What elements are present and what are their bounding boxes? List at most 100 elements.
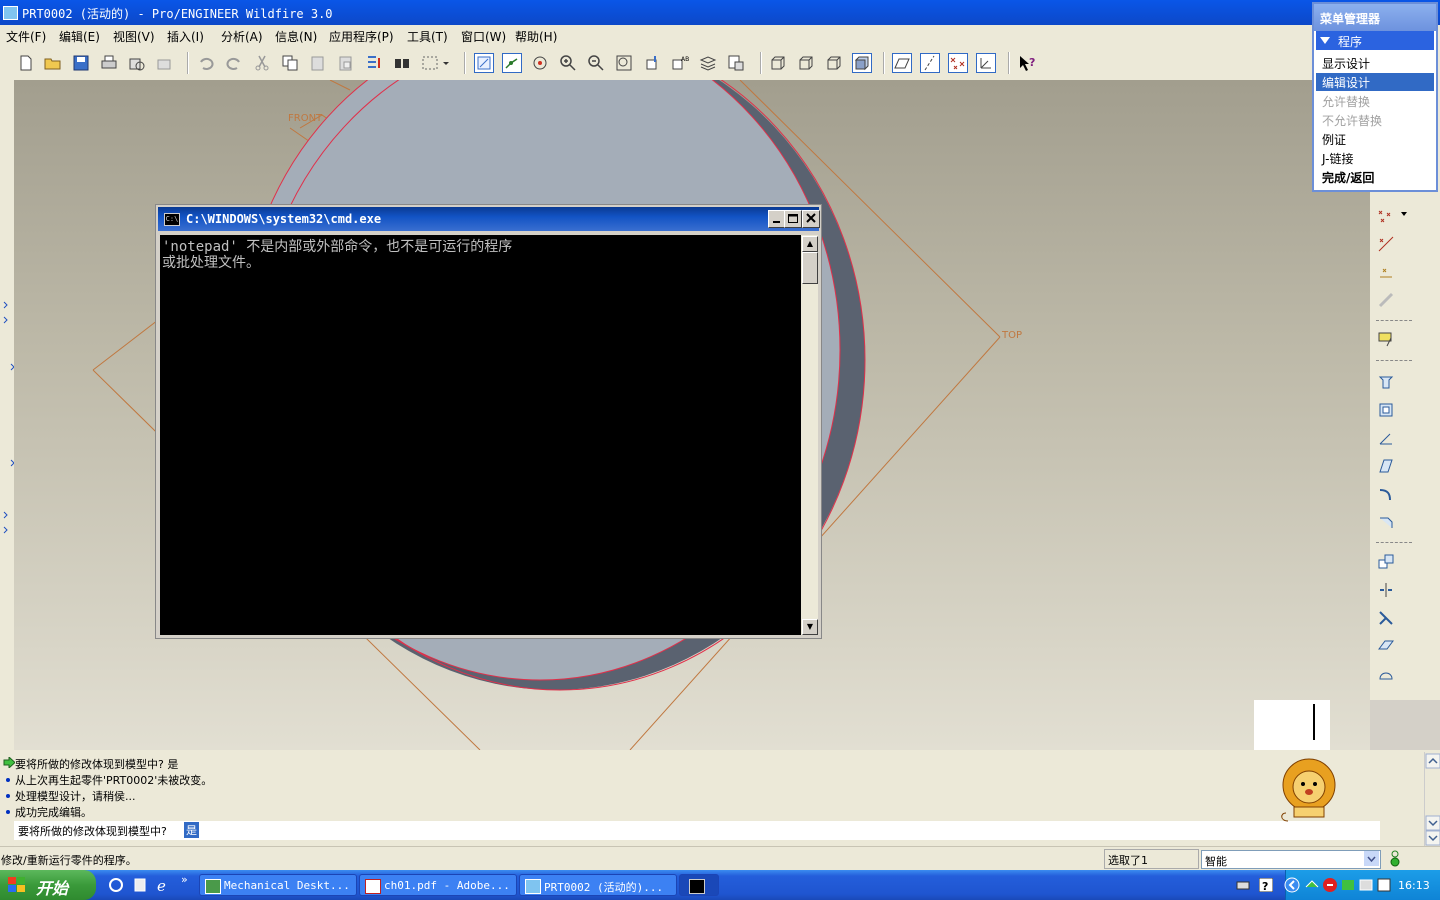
datum-points-icon[interactable] bbox=[948, 53, 968, 73]
chevron-down-icon[interactable] bbox=[1364, 851, 1379, 866]
menu-view[interactable]: 视图(V) bbox=[113, 28, 155, 45]
menu-file[interactable]: 文件(F) bbox=[6, 28, 46, 45]
console-output[interactable]: 'notepad' 不是内部或外部命令，也不是可运行的程序 或批处理文件。 bbox=[160, 235, 801, 635]
round-tool-icon[interactable] bbox=[1377, 485, 1395, 503]
revolve-tool-icon[interactable] bbox=[1377, 401, 1395, 419]
find-icon[interactable] bbox=[393, 54, 411, 72]
tray-display-icon[interactable] bbox=[1358, 877, 1374, 893]
undo-icon[interactable] bbox=[197, 54, 215, 72]
print-preview-icon[interactable] bbox=[128, 54, 146, 72]
taskbar-item-proe[interactable]: PRT0002 (活动的)... bbox=[519, 874, 677, 896]
coordinate-systems-icon[interactable] bbox=[976, 53, 996, 73]
save-icon[interactable] bbox=[72, 54, 90, 72]
menu-info[interactable]: 信息(N) bbox=[275, 28, 317, 45]
hidden-line-icon[interactable] bbox=[797, 54, 815, 72]
email-icon[interactable] bbox=[156, 54, 174, 72]
cut-icon[interactable] bbox=[253, 54, 271, 72]
view-manager-icon[interactable] bbox=[727, 54, 745, 72]
quicklaunch-doc-icon[interactable] bbox=[132, 877, 148, 893]
datum-planes-icon[interactable] bbox=[892, 53, 912, 73]
cmd-window[interactable]: C:\ C:\WINDOWS\system32\cmd.exe 'notepad… bbox=[155, 204, 822, 639]
menu-tools[interactable]: 工具(T) bbox=[407, 28, 448, 45]
scroll-up-arrow-icon[interactable]: ▲ bbox=[802, 236, 818, 252]
menu-edit[interactable]: 编辑(E) bbox=[59, 28, 100, 45]
front-datum-label[interactable]: FRONT bbox=[288, 113, 322, 124]
thicken-tool-icon[interactable] bbox=[1377, 665, 1395, 683]
saved-views-icon[interactable]: AB bbox=[671, 54, 689, 72]
window-titlebar[interactable]: PRT0002 (活动的) - Pro/ENGINEER Wildfire 3.… bbox=[0, 0, 1440, 25]
datum-curve-tool-icon[interactable] bbox=[1377, 263, 1395, 281]
zoom-in-icon[interactable] bbox=[559, 54, 577, 72]
top-datum-label[interactable]: TOP bbox=[1002, 330, 1022, 341]
quicklaunch-more-icon[interactable]: » bbox=[181, 873, 188, 886]
tray-app-icon[interactable] bbox=[1340, 877, 1356, 893]
redo-icon[interactable] bbox=[225, 54, 243, 72]
draft-tool-icon[interactable] bbox=[1377, 457, 1395, 475]
spin-center-icon[interactable] bbox=[531, 54, 549, 72]
menu-item-edit-design[interactable]: 编辑设计 bbox=[1322, 74, 1370, 91]
keyboard-icon[interactable] bbox=[1236, 878, 1250, 892]
start-button[interactable]: 开始 bbox=[0, 870, 96, 900]
taskbar-item-mechanical-desktop[interactable]: Mechanical Deskt... bbox=[199, 874, 357, 896]
cmd-titlebar[interactable]: C:\ C:\WINDOWS\system32\cmd.exe bbox=[158, 207, 820, 231]
lion-mascot-icon[interactable] bbox=[1276, 757, 1342, 823]
merge-tool-icon[interactable] bbox=[1377, 609, 1395, 627]
rib-tool-icon[interactable] bbox=[1377, 429, 1395, 447]
menu-item-show-design[interactable]: 显示设计 bbox=[1322, 55, 1370, 72]
message-scrollbar[interactable] bbox=[1424, 752, 1440, 846]
menu-analysis[interactable]: 分析(A) bbox=[221, 28, 263, 45]
tray-ime-icon[interactable] bbox=[1376, 877, 1392, 893]
traffic-light-icon[interactable] bbox=[1388, 850, 1402, 868]
extrude-tool-icon[interactable] bbox=[1377, 373, 1395, 391]
dropdown-arrow-icon[interactable] bbox=[1401, 211, 1407, 217]
regenerate-icon[interactable] bbox=[365, 54, 383, 72]
menu-manager-title[interactable]: 菜单管理器 bbox=[1314, 4, 1436, 31]
new-file-icon[interactable] bbox=[17, 54, 35, 72]
quicklaunch-browser-icon[interactable]: e bbox=[155, 877, 171, 893]
reorient-icon[interactable] bbox=[643, 54, 661, 72]
menu-help[interactable]: 帮助(H) bbox=[515, 28, 557, 45]
layers-icon[interactable] bbox=[699, 54, 717, 72]
scroll-down-arrow-icon[interactable]: ▼ bbox=[802, 619, 818, 635]
menu-manager-header[interactable]: 程序 bbox=[1316, 31, 1434, 50]
datum-axis-display-icon[interactable] bbox=[502, 53, 522, 73]
clock[interactable]: 16:13 bbox=[1398, 879, 1430, 892]
paste-icon[interactable] bbox=[309, 54, 327, 72]
menu-item-instance[interactable]: 例证 bbox=[1322, 131, 1346, 148]
quicklaunch-ie-icon[interactable] bbox=[108, 877, 124, 893]
close-button[interactable] bbox=[802, 210, 820, 228]
left-sash[interactable] bbox=[0, 80, 15, 750]
menu-applications[interactable]: 应用程序(P) bbox=[329, 28, 394, 45]
shading-icon[interactable] bbox=[852, 53, 872, 73]
maximize-button[interactable] bbox=[784, 210, 802, 228]
zoom-out-icon[interactable] bbox=[587, 54, 605, 72]
wireframe-icon[interactable] bbox=[769, 54, 787, 72]
selection-filter-select[interactable]: 智能 bbox=[1201, 850, 1381, 869]
copy-feature-icon[interactable] bbox=[1377, 553, 1395, 571]
trim-tool-icon[interactable] bbox=[1377, 637, 1395, 655]
taskbar-item-cmd[interactable] bbox=[679, 874, 719, 896]
tray-collapse-icon[interactable] bbox=[1284, 877, 1300, 893]
sketch-tool-icon[interactable] bbox=[1377, 330, 1395, 348]
menu-window[interactable]: 窗口(W) bbox=[461, 28, 506, 45]
prompt-input[interactable]: 是 bbox=[184, 822, 199, 838]
collapse-icon[interactable] bbox=[1320, 37, 1330, 44]
no-hidden-icon[interactable] bbox=[825, 54, 843, 72]
menu-item-done-return[interactable]: 完成/返回 bbox=[1322, 169, 1374, 186]
console-scrollbar[interactable]: ▲ ▼ bbox=[801, 235, 818, 635]
context-help-icon[interactable]: ? bbox=[1018, 54, 1036, 72]
datum-axis-tool-icon[interactable] bbox=[1377, 235, 1395, 253]
refit-icon[interactable] bbox=[615, 54, 633, 72]
open-folder-icon[interactable] bbox=[44, 54, 62, 72]
select-box-icon[interactable] bbox=[421, 54, 449, 72]
sash-handle[interactable] bbox=[1313, 704, 1315, 740]
print-icon[interactable] bbox=[100, 54, 118, 72]
taskbar-item-pdf[interactable]: ch01.pdf - Adobe... bbox=[359, 874, 517, 896]
mirror-tool-icon[interactable] bbox=[1377, 581, 1395, 599]
datum-axes-icon[interactable] bbox=[920, 53, 940, 73]
help-icon[interactable]: ? bbox=[1259, 878, 1273, 892]
antivirus-icon[interactable] bbox=[1322, 877, 1338, 893]
coordinate-system-tool-icon[interactable] bbox=[1377, 291, 1395, 309]
message-scroll-arrows[interactable] bbox=[1425, 752, 1440, 846]
network-icon[interactable] bbox=[1304, 877, 1320, 893]
